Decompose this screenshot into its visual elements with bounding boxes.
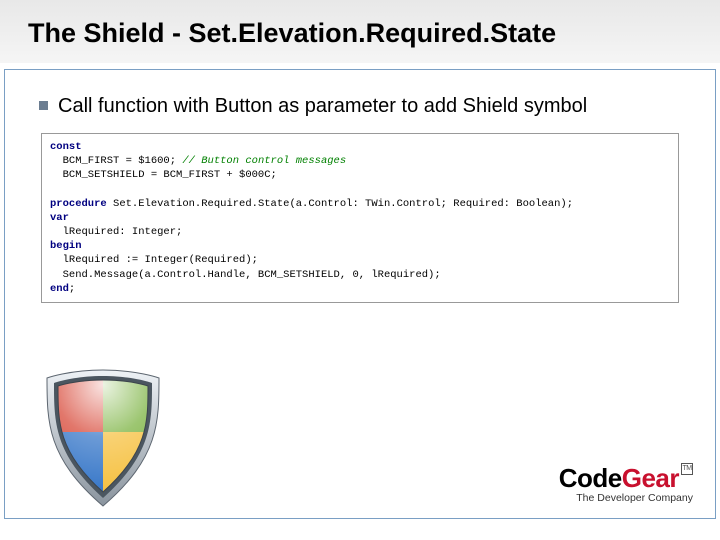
- code-line: Send.Message(a.Control.Handle, BCM_SETSH…: [50, 269, 441, 281]
- page-title: The Shield - Set.Elevation.Required.Stat…: [28, 18, 692, 49]
- code-line: ;: [69, 283, 75, 295]
- code-kw: begin: [50, 240, 82, 252]
- logo-word-gear: Gear: [622, 463, 679, 493]
- logo-word-code: Code: [559, 463, 622, 493]
- logo-tagline: The Developer Company: [559, 492, 693, 504]
- bullet-icon: [39, 101, 48, 110]
- code-kw: var: [50, 212, 69, 224]
- shield-icon: [33, 362, 173, 512]
- brand-logo: CodeGearTM The Developer Company: [559, 463, 693, 504]
- logo-tm: TM: [681, 463, 693, 475]
- code-line: lRequired: Integer;: [50, 226, 182, 238]
- code-kw: end: [50, 283, 69, 295]
- bullet-text: Call function with Button as parameter t…: [58, 94, 587, 119]
- code-line: Set.Elevation.Required.State(a.Control: …: [107, 198, 573, 210]
- code-kw: procedure: [50, 198, 107, 210]
- code-line: BCM_SETSHIELD = BCM_FIRST + $000C;: [50, 169, 277, 181]
- code-kw: const: [50, 141, 82, 153]
- code-line: lRequired := Integer(Required);: [50, 254, 258, 266]
- code-snippet: const BCM_FIRST = $1600; // Button contr…: [41, 133, 679, 303]
- content-panel: Call function with Button as parameter t…: [4, 69, 716, 519]
- code-line: BCM_FIRST = $1600;: [50, 155, 182, 167]
- code-comment: // Button control messages: [182, 155, 346, 167]
